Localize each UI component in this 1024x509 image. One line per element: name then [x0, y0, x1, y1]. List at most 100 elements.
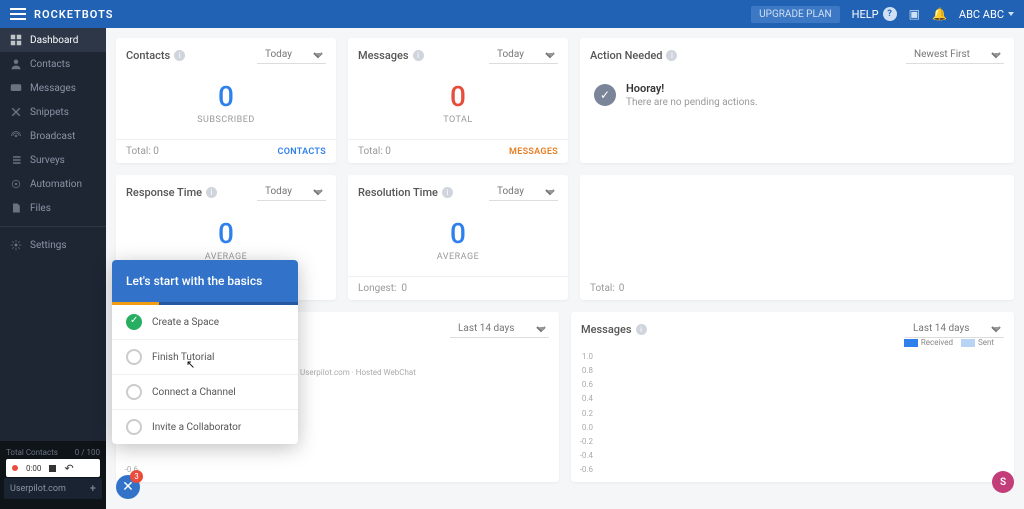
- grid-icon: [10, 34, 22, 46]
- hamburger-icon[interactable]: [10, 8, 26, 20]
- info-icon[interactable]: i: [636, 324, 647, 335]
- resolution-label: AVERAGE: [348, 252, 568, 262]
- tab-label: Userpilot.com: [10, 484, 66, 494]
- file-icon: [10, 202, 22, 214]
- longest-label: Longest:: [358, 283, 396, 294]
- browser-tab[interactable]: Userpilot.com +: [4, 478, 102, 499]
- window-icon[interactable]: ▣: [909, 7, 920, 21]
- sidebar-item-contacts[interactable]: Contacts: [0, 52, 106, 76]
- card-title: Messages: [358, 49, 409, 62]
- contacts-link[interactable]: CONTACTS: [278, 147, 326, 157]
- info-icon[interactable]: i: [442, 187, 453, 198]
- plus-icon[interactable]: +: [90, 482, 96, 495]
- period-select[interactable]: Today: [257, 46, 326, 64]
- footer-label: Total:: [126, 146, 151, 157]
- topbar: ROCKETBOTS UPGRADE PLAN HELP ? ▣ 🔔 ABC A…: [0, 0, 1024, 28]
- contacts-label: SUBSCRIBED: [116, 115, 336, 125]
- onboarding-item-invite-collaborator[interactable]: Invite a Collaborator: [112, 410, 298, 444]
- sidebar-item-messages[interactable]: Messages: [0, 76, 106, 100]
- undo-icon[interactable]: ↶: [64, 462, 73, 475]
- onboarding-item-create-space[interactable]: Create a Space: [112, 305, 298, 340]
- help-link[interactable]: HELP ?: [852, 7, 897, 21]
- period-select[interactable]: Today: [489, 183, 558, 201]
- upgrade-plan-button[interactable]: UPGRADE PLAN: [751, 6, 839, 23]
- footer-value: 0: [153, 146, 159, 157]
- rec-time: 0:00: [26, 464, 41, 473]
- onboarding-item-finish-tutorial[interactable]: Finish Tutorial: [112, 340, 298, 375]
- bell-icon[interactable]: 🔔: [932, 7, 947, 21]
- user-menu[interactable]: ABC ABC: [959, 8, 1014, 21]
- info-icon[interactable]: i: [413, 50, 424, 61]
- chevron-down-icon: [1008, 12, 1014, 16]
- sidebar-item-files[interactable]: Files: [0, 196, 106, 220]
- stop-icon[interactable]: [49, 465, 56, 472]
- messages-card: Messages i Today 0 TOTAL Total: 0 MESSAG…: [348, 38, 568, 163]
- onboarding-label: Finish Tutorial: [152, 352, 214, 363]
- onboarding-popover: Let's start with the basics Create a Spa…: [112, 260, 298, 444]
- sidebar: Dashboard Contacts Messages Snippets Bro…: [0, 28, 106, 509]
- broadcast-icon: [10, 130, 22, 142]
- total-contacts-label: Total Contacts: [6, 448, 58, 457]
- contacts-card: Contacts i Today 0 SUBSCRIBED Total: 0 C…: [116, 38, 336, 163]
- period-select[interactable]: Last 14 days: [450, 320, 549, 338]
- y-axis: 1.0 0.8 0.6 0.4 0.2 0.0 -0.2 -0.4 -0.6: [575, 352, 593, 474]
- messages-chart-card: Messages i Last 14 days Received Sent 1.…: [571, 312, 1014, 482]
- onboarding-header: Let's start with the basics: [112, 260, 298, 302]
- check-icon: [126, 314, 142, 330]
- sidebar-label: Surveys: [30, 155, 65, 166]
- period-select[interactable]: Last 14 days: [905, 320, 1004, 338]
- info-icon[interactable]: i: [666, 50, 677, 61]
- message-icon: [10, 82, 22, 94]
- onboarding-label: Invite a Collaborator: [152, 422, 241, 433]
- user-name: ABC ABC: [959, 8, 1004, 21]
- sidebar-label: Contacts: [30, 59, 70, 70]
- info-icon[interactable]: i: [206, 187, 217, 198]
- card-title: Resolution Time: [358, 186, 438, 199]
- onboarding-item-connect-channel[interactable]: Connect a Channel: [112, 375, 298, 410]
- sidebar-label: Files: [30, 203, 51, 214]
- period-select[interactable]: Today: [489, 46, 558, 64]
- fab-button[interactable]: S: [992, 471, 1014, 493]
- user-icon: [10, 58, 22, 70]
- card-title: Response Time: [126, 186, 202, 199]
- footer-value: 0: [619, 283, 625, 294]
- messages-value: 0: [348, 80, 568, 113]
- sidebar-item-broadcast[interactable]: Broadcast: [0, 124, 106, 148]
- sidebar-label: Messages: [30, 83, 76, 94]
- resolution-time-card: Resolution Time i Today 0 AVERAGE Longes…: [348, 175, 568, 300]
- check-icon: [126, 384, 142, 400]
- sidebar-item-snippets[interactable]: Snippets: [0, 100, 106, 124]
- automation-icon: [10, 178, 22, 190]
- info-icon[interactable]: i: [174, 50, 185, 61]
- action-total-card: Total: 0: [580, 175, 1014, 300]
- sidebar-label: Settings: [30, 240, 67, 251]
- check-icon: [126, 419, 142, 435]
- footer-value: 0: [385, 146, 391, 157]
- footer-label: Total:: [590, 283, 615, 294]
- sidebar-item-dashboard[interactable]: Dashboard: [0, 28, 106, 52]
- legend-swatch-received: [904, 339, 918, 347]
- messages-link[interactable]: MESSAGES: [509, 147, 558, 157]
- longest-value: 0: [401, 283, 407, 294]
- period-select[interactable]: Newest First: [906, 46, 1004, 64]
- sidebar-label: Automation: [30, 179, 82, 190]
- recording-controls[interactable]: 0:00 ↶: [6, 459, 100, 477]
- sidebar-item-automation[interactable]: Automation: [0, 172, 106, 196]
- response-value: 0: [116, 217, 336, 250]
- total-contacts-value: 0 / 100: [75, 448, 100, 457]
- onboarding-badge: 3: [130, 470, 143, 483]
- sidebar-item-surveys[interactable]: Surveys: [0, 148, 106, 172]
- help-icon: ?: [883, 7, 897, 21]
- gear-icon: [10, 239, 22, 251]
- card-title: Contacts: [126, 49, 170, 62]
- check-icon: ✓: [594, 84, 616, 106]
- resolution-value: 0: [348, 217, 568, 250]
- period-select[interactable]: Today: [257, 183, 326, 201]
- sidebar-footer: Total Contacts 0 / 100 0:00 ↶ Userpilot.…: [0, 441, 106, 509]
- messages-label: TOTAL: [348, 115, 568, 125]
- watermark: Userpilot.com · Hosted WebChat: [300, 368, 416, 377]
- sidebar-item-settings[interactable]: Settings: [0, 233, 106, 257]
- record-icon: [12, 465, 18, 471]
- list-icon: [10, 154, 22, 166]
- footer-label: Total:: [358, 146, 383, 157]
